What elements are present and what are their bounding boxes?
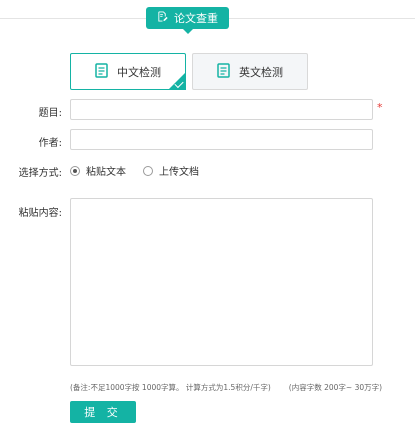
radio-button[interactable]: [143, 165, 153, 176]
title-input[interactable]: [70, 99, 373, 120]
author-label: 作者:: [38, 138, 62, 149]
mode-english-check[interactable]: 英文检测: [192, 53, 308, 90]
radio-paste-text[interactable]: 粘贴文本: [70, 163, 126, 178]
method-label: 选择方式:: [18, 168, 62, 179]
note-text: (备注:不足1000字按 1000字算。 计算方式为1.5积分/千字) (内容字…: [70, 382, 382, 393]
radio-upload-document[interactable]: 上传文档: [143, 163, 199, 178]
edit-document-icon: [157, 11, 168, 25]
submit-button[interactable]: 提 交: [70, 401, 136, 423]
document-icon: [217, 62, 230, 81]
author-input[interactable]: [70, 129, 373, 150]
content-label: 粘贴内容:: [18, 208, 62, 219]
required-mark: *: [377, 101, 383, 114]
method-radio-group: 粘贴文本 上传文档: [70, 163, 216, 178]
mode-label: 中文检测: [117, 65, 161, 79]
document-icon: [95, 62, 108, 81]
radio-label: 上传文档: [159, 167, 199, 178]
page-title-tab: 论文查重: [146, 7, 229, 34]
radio-label: 粘贴文本: [86, 167, 126, 178]
note-limit: (内容字数 200字~ 30万字): [288, 383, 383, 392]
title-label: 题目:: [38, 108, 62, 119]
mode-label: 英文检测: [239, 65, 283, 79]
note-remark: (备注:不足1000字按 1000字算。 计算方式为1.5积分/千字): [70, 383, 271, 392]
content-textarea[interactable]: [70, 198, 373, 366]
mode-chinese-check[interactable]: 中文检测: [70, 53, 186, 90]
radio-button[interactable]: [70, 165, 80, 176]
page-title: 论文查重: [174, 12, 218, 25]
